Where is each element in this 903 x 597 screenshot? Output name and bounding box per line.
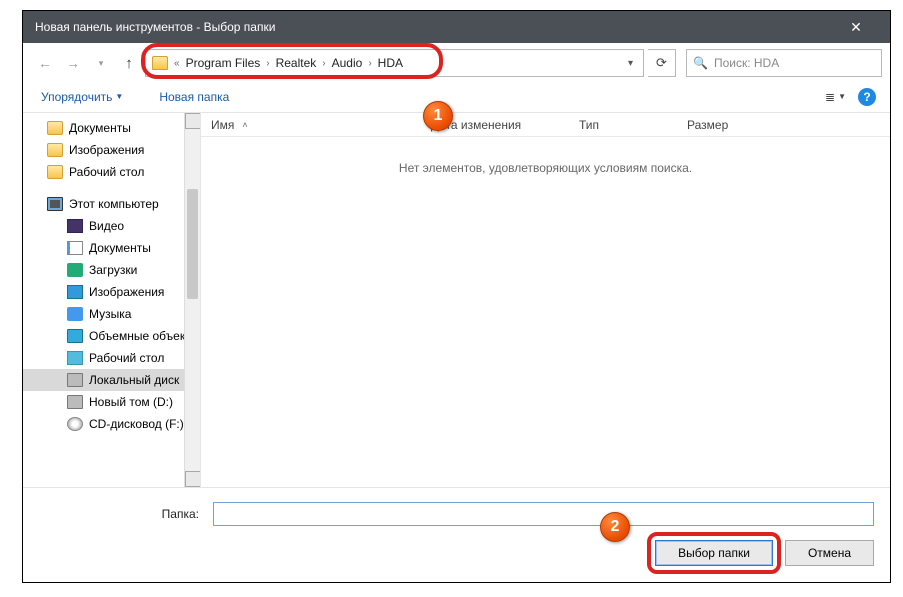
tree-item[interactable]: Изображения [23,281,200,303]
tree-item-label: Изображения [69,143,144,157]
chevron-down-icon: ▼ [838,92,846,101]
tree-item[interactable]: Этот компьютер [23,193,200,215]
dialog-body: Документы Изображения Рабочий стол Этот ком… [23,113,890,487]
tree-item[interactable]: Документы [23,117,200,139]
folder-label: Папка: [39,507,205,521]
empty-message: Нет элементов, удовлетворяющих условиям … [201,161,890,175]
up-icon[interactable]: ↑ [117,51,141,75]
folder-icon [47,121,63,135]
tree-item-label: Новый том (D:) [89,395,173,409]
organize-label: Упорядочить [41,90,112,104]
tree-item[interactable]: Изображения [23,139,200,161]
search-icon: 🔍 [693,56,708,70]
tree-item[interactable]: Рабочий стол [23,161,200,183]
annotation-callout-2: 2 [600,512,630,542]
crumb-overflow-icon[interactable]: « [172,58,182,69]
disk-icon [67,373,83,387]
video-icon [67,219,83,233]
breadcrumb[interactable]: Program Files [182,56,265,70]
tree-scrollbar[interactable]: ▴ ▾ [184,113,200,487]
chevron-right-icon[interactable]: › [320,58,327,69]
tree-item[interactable]: Объемные объекты [23,325,200,347]
tree-item-label: Документы [89,241,151,255]
dl-icon [67,263,83,277]
tree-item-label: Рабочий стол [89,351,164,365]
search-placeholder: Поиск: HDA [714,56,779,70]
help-icon[interactable]: ? [858,88,876,106]
view-icon: ≣ [825,90,835,104]
tree-item[interactable]: CD-дисковод (F:) [23,413,200,435]
nav-tree[interactable]: Документы Изображения Рабочий стол Этот ком… [23,113,201,487]
tree-item[interactable]: Документы [23,237,200,259]
annotation-callout-1: 1 [423,101,453,131]
address-dropdown-icon[interactable]: ▾ [624,58,637,69]
scroll-thumb[interactable] [187,189,198,299]
tree-item-label: Рабочий стол [69,165,144,179]
file-list: Имя ˄ Дата изменения Тип Размер Нет элем… [201,113,890,487]
tree-item-label: Этот компьютер [69,197,159,211]
folder-icon [47,165,63,179]
back-icon[interactable]: ← [33,51,57,75]
dialog-footer: Папка: Выбор папки Отмена [23,487,890,582]
desk-icon [67,351,83,365]
tree-item-label: CD-дисковод (F:) [89,417,184,431]
cd-icon [67,417,83,431]
doc-icon [67,241,83,255]
column-size[interactable]: Размер [677,118,757,132]
folder-icon [47,143,63,157]
column-name-label: Имя [211,118,234,132]
tree-item-label: Объемные объекты [89,329,199,343]
refresh-icon[interactable]: ⟳ [648,49,676,77]
recent-dropdown-icon[interactable]: ▾ [89,51,113,75]
cancel-button[interactable]: Отмена [785,540,874,566]
address-bar[interactable]: « Program Files › Realtek › Audio › HDA … [145,49,644,77]
view-options-button[interactable]: ≣ ▼ [825,90,846,104]
sort-caret-icon: ˄ [242,120,247,130]
search-input[interactable]: 🔍 Поиск: HDA [686,49,882,77]
column-type[interactable]: Тип [569,118,677,132]
folder-name-input[interactable] [213,502,874,526]
window-title: Новая панель инструментов - Выбор папки [35,20,834,34]
toolbar: Упорядочить ▼ Новая папка ≣ ▼ ? [23,81,890,113]
vol-icon [67,329,83,343]
folder-icon [152,56,168,70]
breadcrumb[interactable]: Realtek [272,56,321,70]
new-folder-button[interactable]: Новая папка [155,88,233,106]
img-icon [67,285,83,299]
dialog-window: Новая панель инструментов - Выбор папки … [22,10,891,583]
breadcrumb[interactable]: HDA [374,56,407,70]
pc-icon [47,197,63,211]
tree-item[interactable]: Музыка [23,303,200,325]
breadcrumb[interactable]: Audio [328,56,367,70]
forward-icon[interactable]: → [61,51,85,75]
tree-item[interactable]: Загрузки [23,259,200,281]
tree-item[interactable]: Видео [23,215,200,237]
select-folder-button[interactable]: Выбор папки [655,540,773,566]
scroll-up-icon[interactable]: ▴ [185,113,201,129]
navigation-row: ← → ▾ ↑ « Program Files › Realtek › Audi… [23,43,890,81]
tree-item-label: Видео [89,219,124,233]
scroll-down-icon[interactable]: ▾ [185,471,201,487]
tree-item[interactable]: Рабочий стол [23,347,200,369]
column-headers: Имя ˄ Дата изменения Тип Размер [201,113,890,137]
tree-item-label: Загрузки [89,263,137,277]
titlebar: Новая панель инструментов - Выбор папки … [23,11,890,43]
music-icon [67,307,83,321]
tree-item[interactable]: Новый том (D:) [23,391,200,413]
chevron-right-icon[interactable]: › [264,58,271,69]
tree-item[interactable]: Локальный диск [23,369,200,391]
tree-item-label: Документы [69,121,131,135]
chevron-down-icon: ▼ [115,92,123,101]
tree-item-label: Музыка [89,307,131,321]
chevron-right-icon[interactable]: › [366,58,373,69]
address-bar-wrap: « Program Files › Realtek › Audio › HDA … [145,49,644,77]
column-name[interactable]: Имя ˄ [201,118,421,132]
disk-icon [67,395,83,409]
tree-item-label: Изображения [89,285,164,299]
close-icon[interactable]: ✕ [834,11,878,43]
organize-menu[interactable]: Упорядочить ▼ [37,88,127,106]
tree-item-label: Локальный диск [89,373,179,387]
